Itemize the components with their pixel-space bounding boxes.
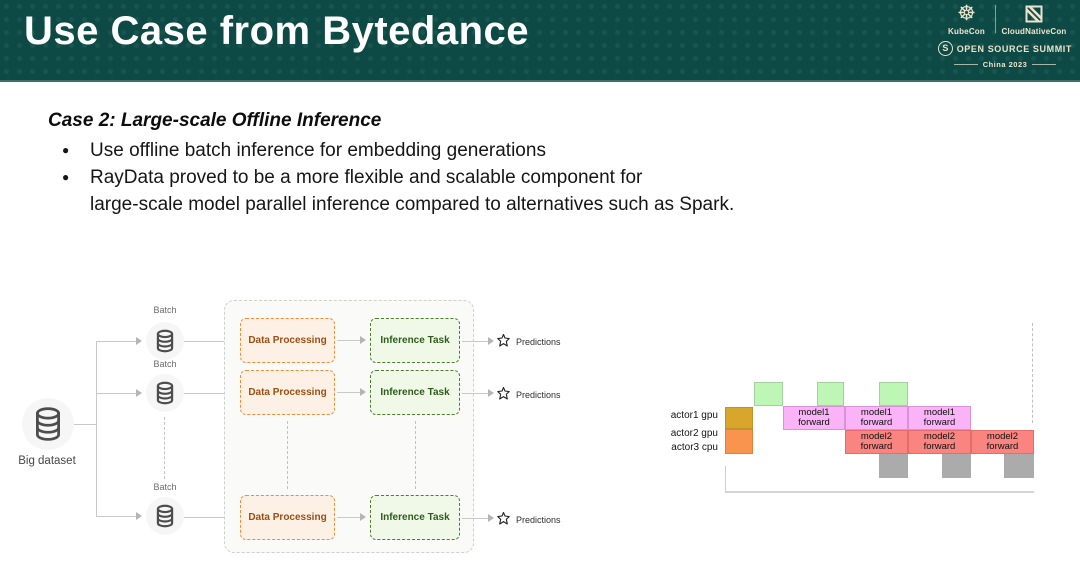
- gantt-block: [725, 429, 753, 454]
- gantt-axis-horizontal: [725, 491, 1034, 493]
- gantt-block: [942, 454, 971, 478]
- gantt-block: model1 forward: [783, 406, 845, 430]
- gantt-block: [817, 382, 844, 406]
- gantt-block: model2 forward: [908, 430, 971, 454]
- gantt-block: [1004, 454, 1034, 478]
- gantt-boundary-dashed-line: [1032, 323, 1033, 423]
- gantt-blocks: model1 forward model1 forward model1 forwa…: [0, 0, 1080, 576]
- gantt-block: model1 forward: [845, 406, 908, 430]
- slide: Use Case from Bytedance ☸ KubeCon CloudN…: [0, 0, 1080, 576]
- gantt-block: model1 forward: [908, 406, 971, 430]
- gantt-block: model2 forward: [845, 430, 908, 454]
- gantt-block: [879, 454, 908, 478]
- gantt-block: model2 forward: [971, 430, 1034, 454]
- gantt-block: [725, 407, 753, 429]
- gantt-block: [754, 382, 783, 406]
- gantt-axis-vertical: [725, 466, 726, 492]
- gantt-block: [879, 382, 908, 406]
